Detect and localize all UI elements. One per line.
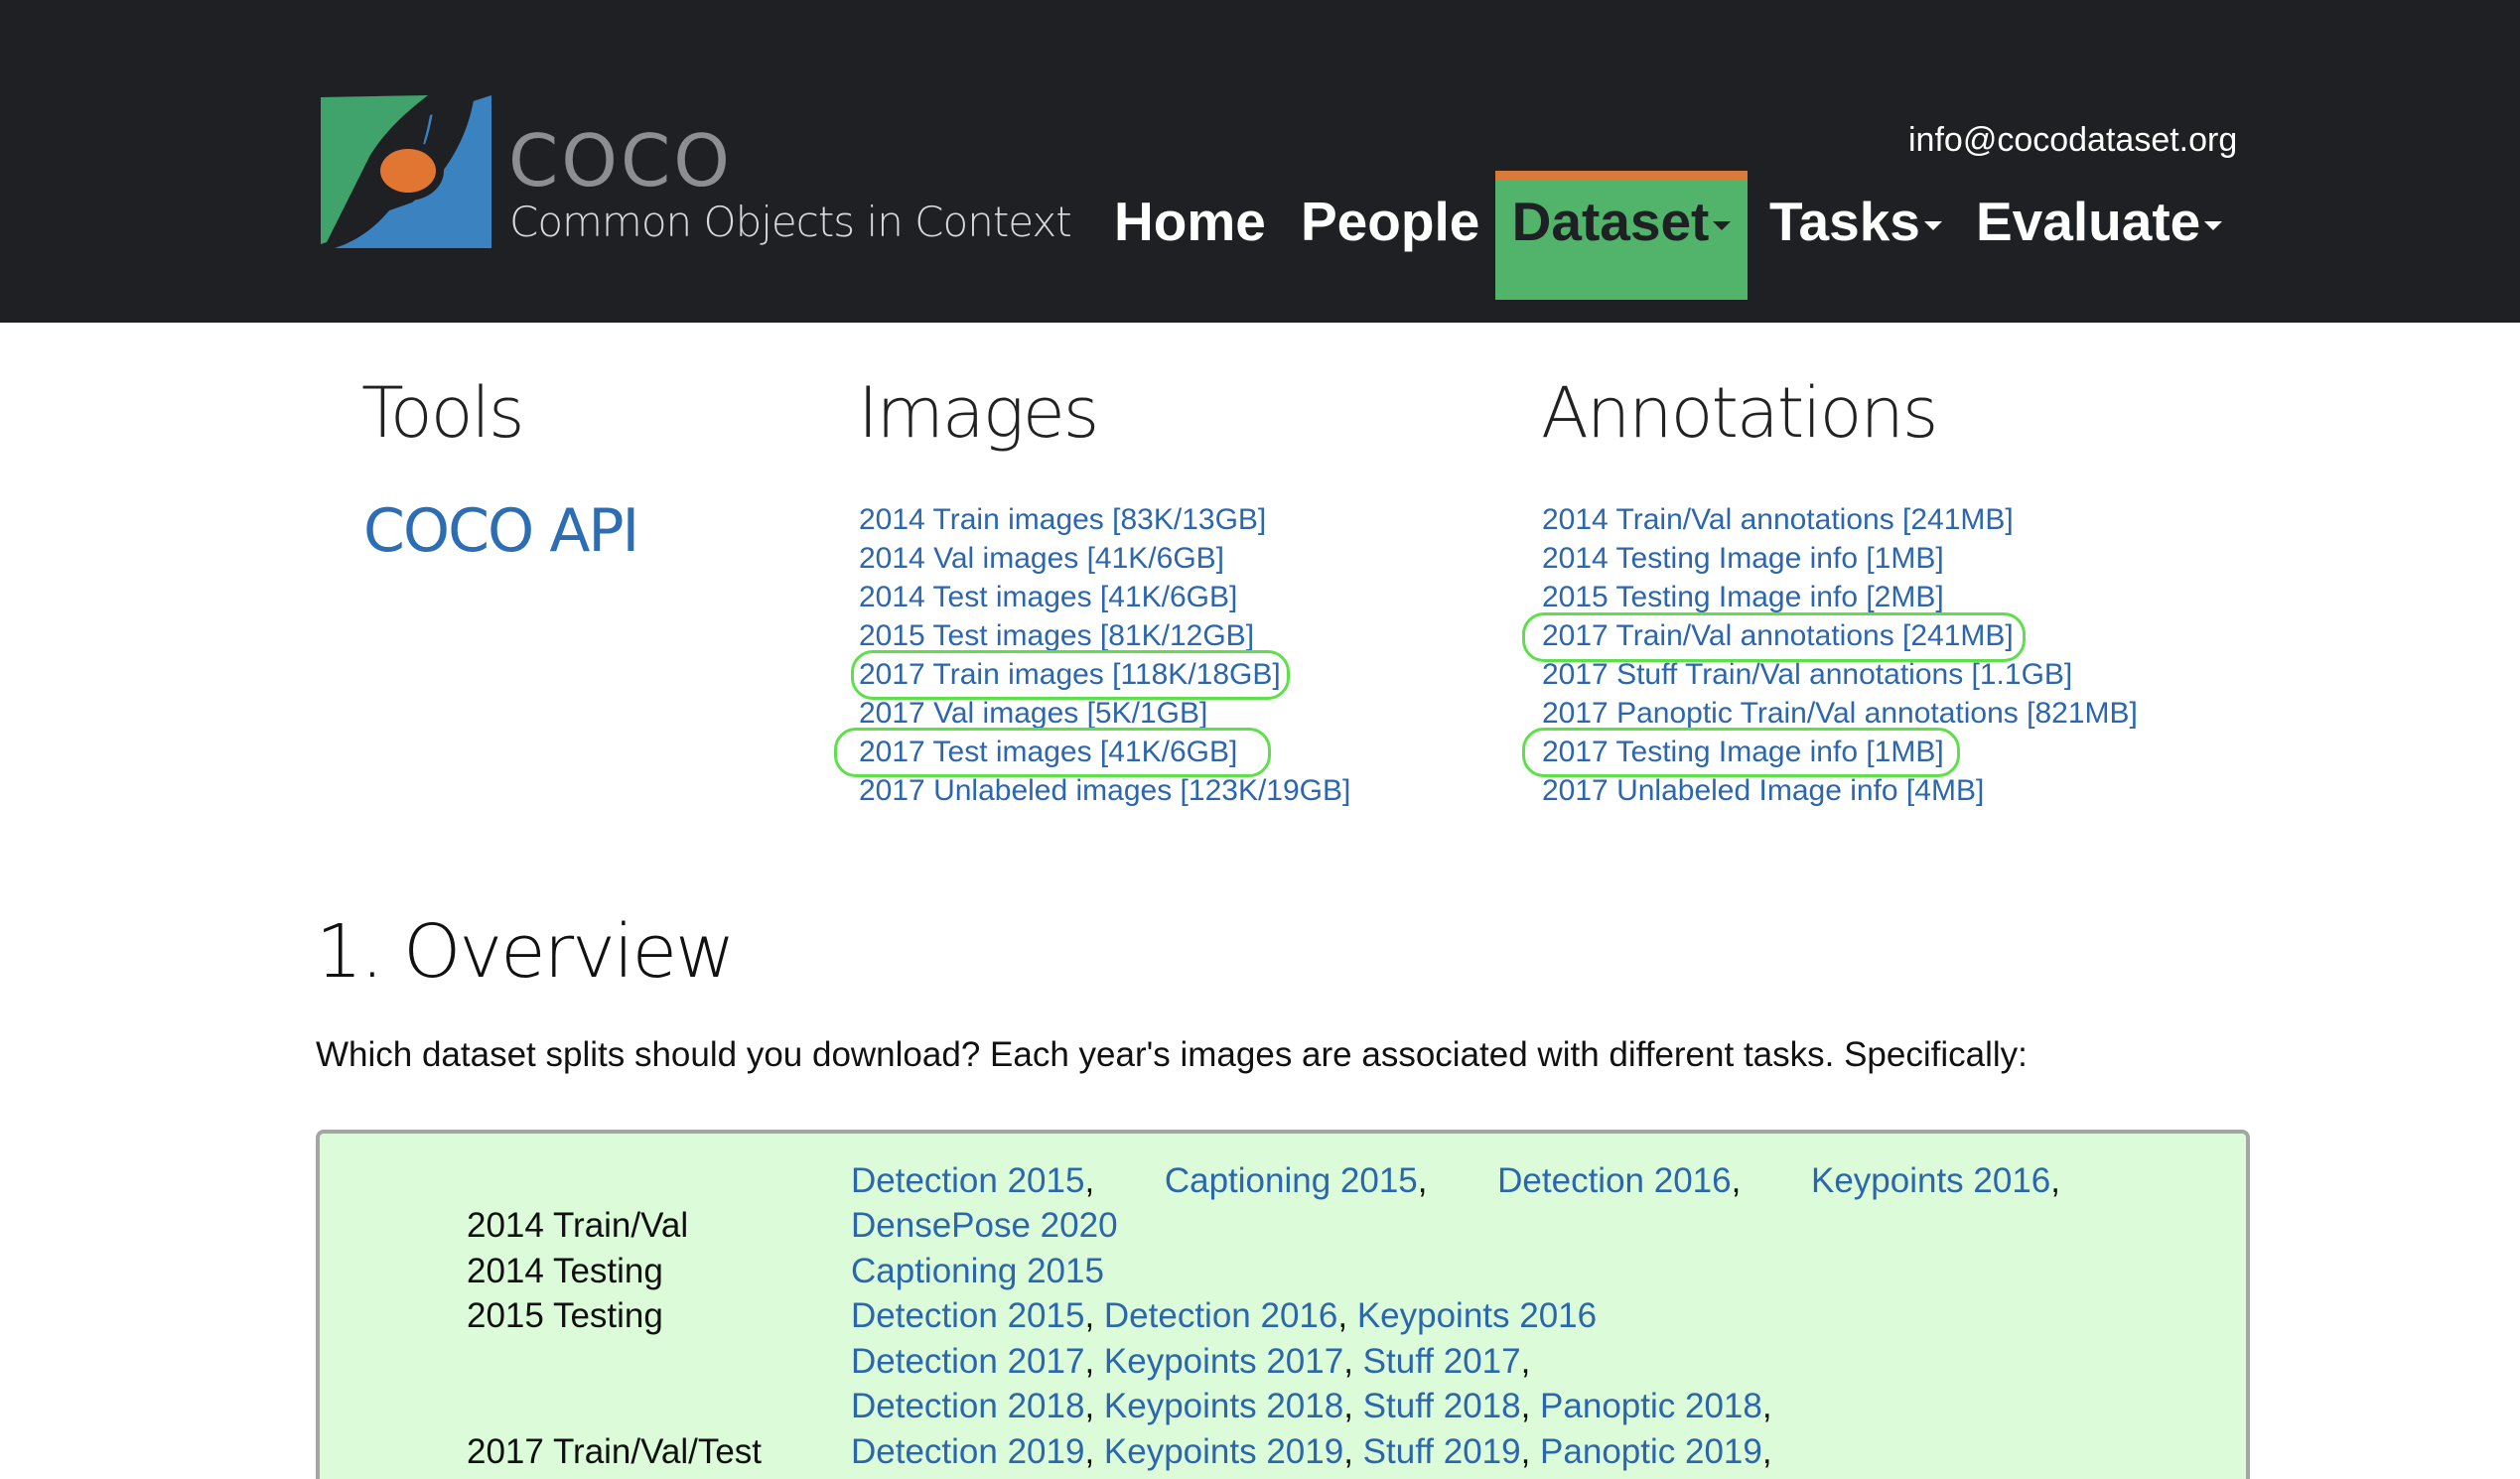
task-link[interactable]: Panoptic 2018 — [1540, 1387, 1762, 1425]
task-link[interactable]: Detection 2016 — [1497, 1161, 1731, 1200]
image-link[interactable]: 2014 Train images [83K/13GB] — [859, 500, 1350, 539]
annotation-link[interactable]: 2014 Testing Image info [1MB] — [1542, 539, 2138, 578]
annotations-title: Annotations — [1541, 372, 1938, 454]
nav-dataset[interactable]: Dataset — [1495, 171, 1748, 300]
evaluate-caret-icon — [2204, 220, 2223, 230]
dataset-caret-icon — [1713, 220, 1732, 230]
tools-title: Tools — [361, 372, 524, 454]
task-link[interactable]: Detection 2018 — [851, 1387, 1084, 1425]
task-link[interactable]: Stuff 2018 — [1363, 1387, 1521, 1425]
nav-home[interactable]: Home — [1114, 171, 1266, 300]
task-row: Detection 2018, Keypoints 2018, Stuff 20… — [851, 1387, 1772, 1425]
task-link[interactable]: Keypoints 2019 — [1104, 1432, 1343, 1471]
overview-heading: 1. Overview — [316, 909, 736, 995]
tasks-caret-icon — [1923, 220, 1942, 230]
split-label-2017-trainvaltest: 2017 Train/Val/Test — [467, 1432, 763, 1471]
split-label-2014-testing: 2014 Testing — [467, 1252, 663, 1290]
nav-evaluate[interactable]: Evaluate — [1976, 171, 2223, 300]
task-link[interactable]: Panoptic 2019 — [1540, 1432, 1762, 1471]
contact-email-link[interactable]: info@cocodataset.org — [1908, 121, 2237, 160]
highlight-ring-2017-test-images — [834, 728, 1271, 777]
coco-api-link[interactable]: COCO API — [363, 496, 639, 566]
task-row: Captioning 2015 — [851, 1252, 1104, 1291]
logo-subtitle: Common Objects in Context — [509, 198, 1072, 246]
nav-people[interactable]: People — [1301, 171, 1479, 300]
highlight-ring-2017-train-images — [851, 650, 1290, 700]
nav-home-label: Home — [1114, 191, 1266, 252]
task-row: DensePose 2020 — [851, 1206, 1118, 1246]
task-row: Detection 2017, Keypoints 2017, Stuff 20… — [851, 1342, 1531, 1381]
nav-tasks[interactable]: Tasks — [1769, 171, 1942, 300]
image-link[interactable]: 2014 Test images [41K/6GB] — [859, 578, 1350, 616]
annotation-link[interactable]: 2014 Train/Val annotations [241MB] — [1542, 500, 2138, 539]
task-link[interactable]: Keypoints 2018 — [1104, 1387, 1343, 1425]
images-title: Images — [858, 372, 1099, 454]
task-link[interactable]: Detection 2019 — [851, 1432, 1084, 1471]
task-link[interactable]: Captioning 2015 — [851, 1252, 1104, 1290]
task-row: Detection 2019, Keypoints 2019, Stuff 20… — [851, 1432, 1772, 1471]
overview-text: Which dataset splits should you download… — [316, 1035, 2028, 1074]
task-link[interactable]: Captioning 2015 — [1165, 1161, 1418, 1200]
task-link[interactable]: Detection 2015 — [851, 1296, 1084, 1335]
annotation-link[interactable]: 2015 Testing Image info [2MB] — [1542, 578, 2138, 616]
coco-logo-icon[interactable] — [321, 93, 491, 248]
task-row: Detection 2015, Detection 2016, Keypoint… — [851, 1296, 1598, 1335]
split-label-2015-testing: 2015 Testing — [467, 1296, 663, 1335]
highlight-ring-2017-trainval-annotations — [1522, 612, 2026, 662]
task-link[interactable]: Stuff 2017 — [1363, 1342, 1521, 1381]
task-link[interactable]: Keypoints 2017 — [1104, 1342, 1343, 1381]
task-link[interactable]: Stuff 2019 — [1363, 1432, 1521, 1471]
split-label-2014-trainval: 2014 Train/Val — [467, 1206, 689, 1245]
nav-people-label: People — [1301, 191, 1480, 252]
task-link[interactable]: DensePose 2020 — [851, 1206, 1118, 1245]
task-link[interactable]: Keypoints 2016 — [1811, 1161, 2050, 1200]
nav-tasks-label: Tasks — [1769, 191, 1920, 252]
site-header: COCO Common Objects in Context info@coco… — [0, 0, 2520, 323]
task-link[interactable]: Detection 2017 — [851, 1342, 1084, 1381]
task-link[interactable]: Detection 2016 — [1104, 1296, 1337, 1335]
nav-evaluate-label: Evaluate — [1976, 191, 2201, 252]
task-link[interactable]: Keypoints 2016 — [1357, 1296, 1597, 1335]
task-row: Detection 2015, Captioning 2015, Detecti… — [851, 1161, 2060, 1200]
highlight-ring-2017-testing-info — [1522, 728, 1960, 777]
logo-title: COCO — [508, 119, 733, 202]
task-link[interactable]: Detection 2015 — [851, 1161, 1084, 1200]
nav-dataset-label: Dataset — [1511, 191, 1710, 252]
image-link[interactable]: 2014 Val images [41K/6GB] — [859, 539, 1350, 578]
